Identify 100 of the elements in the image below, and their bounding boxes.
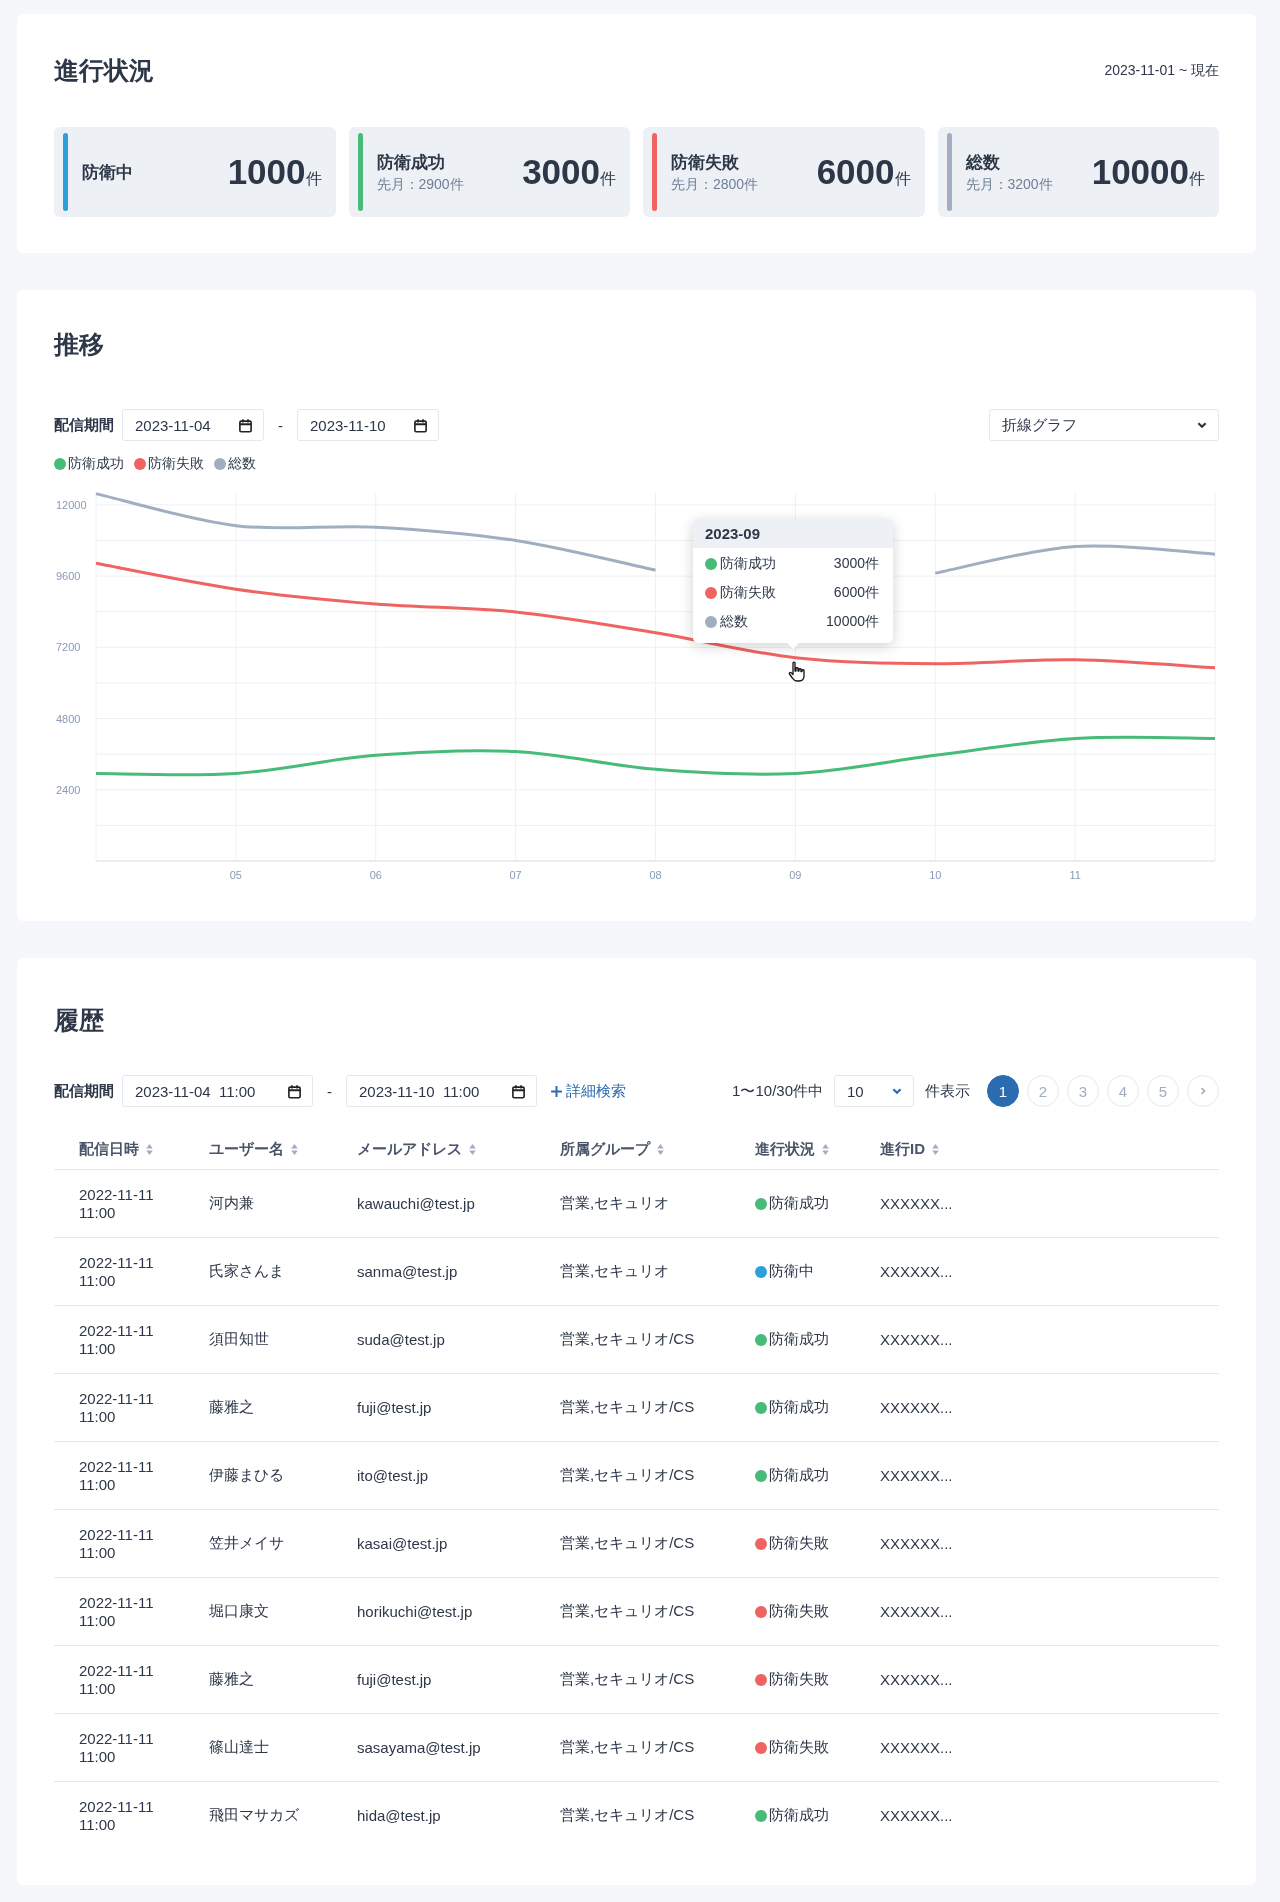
section-title: 推移: [54, 329, 105, 360]
x-tick-label: 09: [789, 869, 802, 881]
section-title: 進行状況: [54, 55, 154, 86]
stat-label: 総数: [965, 151, 1001, 174]
status-text: 防衛失敗: [769, 1670, 829, 1689]
stat-previous: 先月：2900件: [376, 175, 465, 194]
y-tick-label: 4800: [56, 712, 81, 725]
table-cell: 営業,セキュリオ/CS: [560, 1670, 695, 1687]
table-cell: XXXXXX...: [880, 1195, 953, 1212]
separator: -: [278, 416, 283, 434]
column-header[interactable]: 進行ID: [880, 1139, 940, 1159]
y-tick-label: 2400: [56, 783, 81, 796]
page-button[interactable]: 1: [987, 1075, 1019, 1107]
table-cell: ito@test.jp: [357, 1467, 429, 1484]
table-cell: XXXXXX...: [880, 1331, 953, 1348]
column-header[interactable]: メールアドレス: [357, 1139, 477, 1159]
table-cell: 笠井メイサ: [209, 1534, 284, 1551]
table-cell: kasai@test.jp: [357, 1535, 448, 1552]
calendar-icon: [413, 417, 428, 433]
table-cell: XXXXXX...: [880, 1399, 953, 1416]
sort-icon: [821, 1142, 830, 1156]
table-cell: sasayama@test.jp: [357, 1739, 481, 1756]
legend-item[interactable]: 防衛失敗: [134, 455, 204, 473]
table-cell: fuji@test.jp: [357, 1399, 432, 1416]
period-text: 2023-11-01 ~ 現在: [1104, 61, 1219, 80]
table-cell: XXXXXX...: [880, 1467, 953, 1484]
y-tick-label: 9600: [56, 570, 81, 583]
sort-icon: [290, 1142, 299, 1156]
column-header[interactable]: 配信日時: [79, 1139, 154, 1159]
table-cell: hida@test.jp: [357, 1807, 441, 1824]
tooltip-label: 総数: [720, 613, 748, 631]
separator: -: [327, 1082, 332, 1100]
column-header[interactable]: 所属グループ: [560, 1139, 665, 1159]
range-text: 1〜10/30件中: [732, 1081, 823, 1101]
table-cell: 2022-11-11 11:00: [79, 1186, 154, 1221]
table-cell: 2022-11-11 11:00: [79, 1526, 154, 1561]
stat-value: 3000件: [522, 152, 616, 192]
status-text: 防衛中: [769, 1262, 814, 1281]
table-cell: 2022-11-11 11:00: [79, 1594, 154, 1629]
table-cell: 2022-11-11 11:00: [79, 1798, 154, 1833]
plus-icon: [550, 1084, 563, 1098]
datetime-field[interactable]: 2023-11-04 11:00: [122, 1075, 313, 1107]
table-cell: 篠山達士: [209, 1738, 269, 1755]
calendar-icon: [511, 1083, 526, 1099]
status-text: 防衛成功: [769, 1330, 829, 1349]
date-field[interactable]: 2023-11-10: [297, 409, 439, 441]
tooltip-label: 防衛成功: [720, 555, 776, 573]
advanced-search-link[interactable]: 詳細検索: [550, 1081, 626, 1101]
table-cell: 2022-11-11 11:00: [79, 1390, 154, 1425]
table-cell: 藤雅之: [209, 1670, 254, 1687]
table-cell: XXXXXX...: [880, 1807, 953, 1824]
table-cell: 営業,セキュリオ/CS: [560, 1398, 695, 1415]
table-cell: 営業,セキュリオ/CS: [560, 1466, 695, 1483]
stat-previous: 先月：3200件: [965, 175, 1054, 194]
table-cell: 営業,セキュリオ/CS: [560, 1534, 695, 1551]
status-text: 防衛失敗: [769, 1602, 829, 1621]
calendar-icon: [238, 417, 253, 433]
table-cell: 河内兼: [209, 1194, 254, 1211]
stat-label: 防衛成功: [376, 151, 446, 174]
date-field[interactable]: 2023-11-04: [122, 409, 264, 441]
table-cell: 2022-11-11 11:00: [79, 1254, 154, 1289]
chart-type-select[interactable]: 折線グラフ: [989, 409, 1219, 441]
stat-value: 6000件: [816, 152, 911, 192]
table-cell: XXXXXX...: [880, 1739, 953, 1756]
sort-icon: [145, 1142, 154, 1156]
sort-icon: [468, 1142, 477, 1156]
stat-value: 1000件: [227, 152, 322, 192]
table-cell: 営業,セキュリオ: [560, 1262, 670, 1279]
x-tick-label: 05: [229, 869, 242, 881]
y-tick-label: 7200: [56, 641, 81, 654]
table-cell: kawauchi@test.jp: [357, 1195, 475, 1212]
status-text: 防衛失敗: [769, 1534, 829, 1553]
legend-item[interactable]: 防衛成功: [54, 455, 124, 473]
status-text: 防衛成功: [769, 1466, 829, 1485]
table-cell: 氏家さんま: [209, 1262, 284, 1279]
page-size-select[interactable]: 10: [834, 1075, 914, 1107]
table-cell: 2022-11-11 11:00: [79, 1322, 154, 1357]
tooltip-value: 6000件: [833, 584, 879, 602]
x-tick-label: 06: [369, 869, 382, 881]
legend-item[interactable]: 総数: [214, 455, 256, 473]
stat-value: 10000件: [1091, 152, 1205, 192]
table-cell: suda@test.jp: [357, 1331, 445, 1348]
table-cell: 営業,セキュリオ/CS: [560, 1330, 695, 1347]
table-cell: 営業,セキュリオ: [560, 1194, 670, 1211]
column-header[interactable]: ユーザー名: [209, 1139, 299, 1159]
status-text: 防衛成功: [769, 1398, 829, 1417]
period-label: 配信期間: [54, 1081, 114, 1101]
column-header[interactable]: 進行状況: [755, 1139, 830, 1159]
page-size-label: 件表示: [925, 1081, 970, 1101]
stat-label: 防衛中: [82, 161, 134, 184]
table-cell: XXXXXX...: [880, 1671, 953, 1688]
stat-previous: 先月：2800件: [671, 175, 760, 194]
next-page-button[interactable]: [1187, 1075, 1219, 1107]
datetime-field[interactable]: 2023-11-10 11:00: [346, 1075, 537, 1107]
table-cell: XXXXXX...: [880, 1603, 953, 1620]
hand-cursor-icon: [787, 661, 807, 683]
x-tick-label: 07: [509, 869, 522, 881]
period-label: 配信期間: [54, 415, 114, 435]
chevron-right-icon: [1198, 1086, 1208, 1096]
status-text: 防衛成功: [769, 1194, 829, 1213]
